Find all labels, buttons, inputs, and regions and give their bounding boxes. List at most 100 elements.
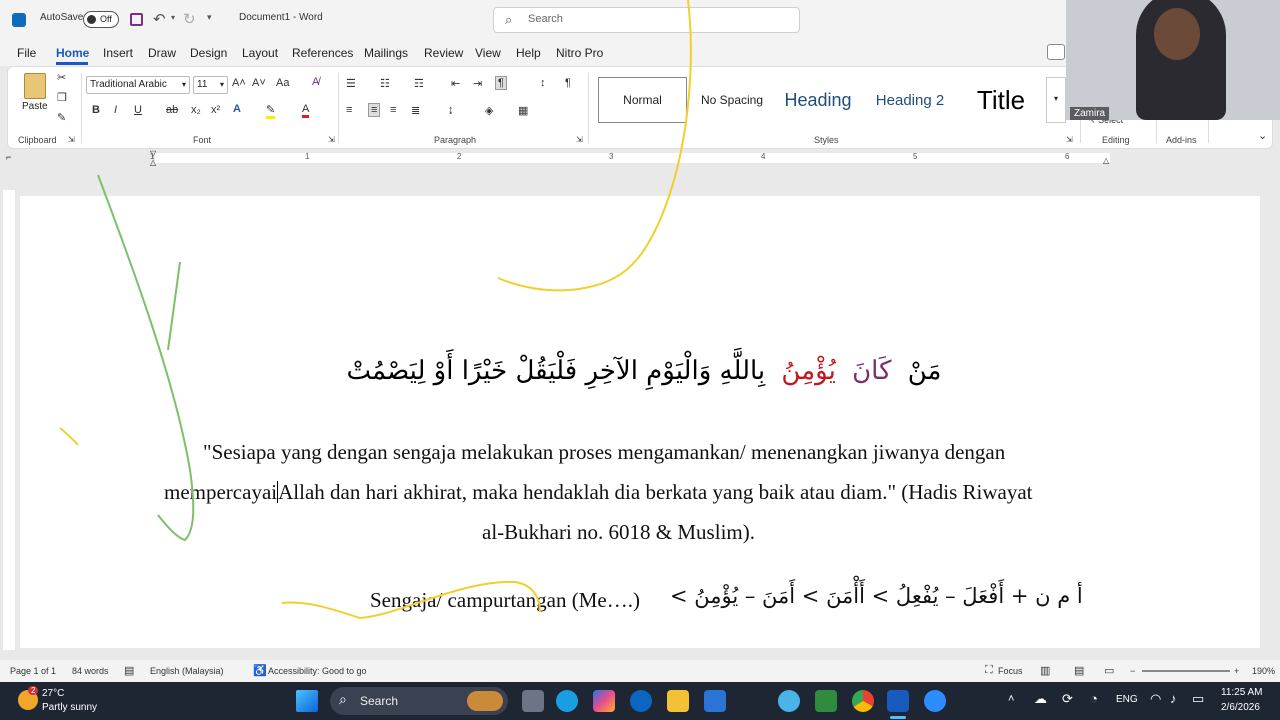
tab-file[interactable]: File (17, 46, 36, 60)
zoom-icon[interactable] (924, 690, 946, 712)
clipboard-launcher-icon[interactable]: ⇲ (68, 135, 75, 144)
tab-draw[interactable]: Draw (148, 46, 176, 60)
italic-button[interactable]: I (114, 104, 117, 116)
sync-icon[interactable]: ⟳ (1062, 691, 1073, 707)
tab-mailings[interactable]: Mailings (364, 46, 408, 60)
word-count[interactable]: 84 words (72, 666, 109, 676)
change-case-button[interactable]: Aa (276, 77, 289, 89)
shrink-font-icon[interactable]: A˅ (252, 77, 266, 89)
paste-icon[interactable] (24, 73, 46, 99)
bold-button[interactable]: B (92, 104, 100, 116)
paragraph-launcher-icon[interactable]: ⇲ (576, 135, 583, 144)
tab-design[interactable]: Design (190, 46, 227, 60)
tab-selector-icon[interactable]: ⌐ (6, 152, 11, 162)
decrease-indent-icon[interactable]: ⇤ (451, 77, 460, 90)
cut-icon[interactable]: ✂ (57, 71, 66, 84)
undo-dropdown-icon[interactable]: ▾ (171, 13, 175, 22)
tab-layout[interactable]: Layout (242, 46, 278, 60)
line-spacing-icon[interactable]: ↨ (448, 104, 454, 116)
zoom-level[interactable]: 190% (1252, 666, 1275, 676)
comments-icon[interactable] (1047, 44, 1065, 60)
style-title[interactable]: Title (966, 77, 1036, 123)
borders-icon[interactable]: ▦ (518, 104, 528, 117)
clear-formatting-icon[interactable]: A̸ (312, 76, 319, 88)
print-layout-icon[interactable]: ▤ (1074, 664, 1084, 677)
language-indicator[interactable]: English (Malaysia) (150, 666, 224, 676)
chrome-icon[interactable] (852, 690, 874, 712)
tab-help[interactable]: Help (516, 46, 541, 60)
shading-icon[interactable]: ◈ (485, 104, 493, 117)
page-count[interactable]: Page 1 of 1 (10, 666, 56, 676)
copilot-icon[interactable] (593, 690, 615, 712)
font-color-icon[interactable]: A (302, 103, 310, 118)
grow-font-icon[interactable]: A˄ (232, 77, 246, 89)
search-input[interactable]: ⌕ Search (493, 7, 800, 33)
read-mode-icon[interactable]: ▥ (1040, 664, 1050, 677)
proofing-icon[interactable]: ▤ (124, 664, 134, 677)
styles-launcher-icon[interactable]: ⇲ (1066, 135, 1073, 144)
outlook-icon[interactable] (12, 13, 26, 27)
tab-home[interactable]: Home (56, 46, 89, 60)
paste-button[interactable]: Paste (22, 101, 48, 112)
style-no-spacing[interactable]: No Spacing (696, 77, 768, 123)
taskbar-search[interactable]: ⌕ Search (330, 687, 508, 715)
strikethrough-button[interactable]: ab (166, 104, 178, 116)
language-indicator[interactable]: ENG (1116, 694, 1138, 705)
focus-button[interactable]: Focus (998, 666, 1023, 676)
battery-icon[interactable]: ▭ (1192, 691, 1204, 707)
accessibility-status[interactable]: Accessibility: Good to go (268, 666, 367, 676)
show-marks-icon[interactable]: ¶ (565, 77, 571, 89)
zoom-out-icon[interactable]: − (1130, 666, 1135, 676)
cloud-icon[interactable]: ☁ (1034, 691, 1047, 707)
horizontal-ruler[interactable]: ⌐ ▽ △ 1 1 2 3 4 5 6 △ (0, 149, 1280, 167)
vertical-ruler[interactable] (3, 190, 15, 650)
style-heading-2[interactable]: Heading 2 (870, 77, 950, 123)
app-icon[interactable] (778, 690, 800, 712)
underline-button[interactable]: U (134, 104, 142, 116)
web-layout-icon[interactable]: ▭ (1104, 664, 1114, 677)
start-icon[interactable] (296, 690, 318, 712)
font-size-select[interactable]: 11 ▾ (193, 76, 228, 94)
styles-more-button[interactable]: ▾ (1046, 77, 1066, 123)
autosave-toggle[interactable]: Off (83, 11, 119, 28)
rtl-direction-icon[interactable]: ¶ (495, 76, 507, 90)
sort-icon[interactable]: ↕ (540, 77, 546, 89)
font-name-select[interactable]: Traditional Arabic ▾ (86, 76, 190, 94)
weather-widget[interactable]: 2 27°C Partly sunny (16, 686, 126, 716)
word-icon[interactable] (887, 690, 909, 712)
copy-icon[interactable]: ❐ (57, 91, 67, 104)
highlight-icon[interactable]: ✎ (266, 103, 276, 119)
tab-insert[interactable]: Insert (103, 46, 133, 60)
zoom-in-icon[interactable]: + (1234, 666, 1239, 676)
hp-icon[interactable] (630, 690, 652, 712)
undo-icon[interactable]: ↶ (153, 10, 166, 28)
multilevel-list-icon[interactable]: ☶ (414, 77, 424, 90)
style-heading[interactable]: Heading (776, 77, 860, 123)
format-painter-icon[interactable]: ✎ (57, 111, 66, 124)
zoom-slider[interactable] (1142, 670, 1230, 672)
tab-nitro-pro[interactable]: Nitro Pro (556, 46, 603, 60)
justify-icon[interactable]: ≣ (411, 104, 420, 117)
volume-icon[interactable]: ♪ (1170, 691, 1177, 706)
tab-references[interactable]: References (292, 46, 353, 60)
clock-time[interactable]: 11:25 AM (1221, 687, 1263, 698)
superscript-icon[interactable]: x² (211, 104, 220, 116)
numbering-icon[interactable]: ☷ (380, 77, 390, 90)
customize-toolbar-icon[interactable]: ▾ (207, 12, 212, 23)
store-icon[interactable] (704, 690, 726, 712)
tab-review[interactable]: Review (424, 46, 463, 60)
tab-view[interactable]: View (475, 46, 501, 60)
font-launcher-icon[interactable]: ⇲ (328, 135, 335, 144)
document-page[interactable]: مَنْ كَانَ يُؤْمِنُ بِاللَّهِ وَالْيَوْم… (20, 196, 1260, 648)
align-center-icon[interactable]: ≡ (368, 103, 381, 117)
bullets-icon[interactable]: ☰ (346, 77, 356, 90)
app-icon[interactable] (815, 690, 837, 712)
edge-icon[interactable] (556, 690, 578, 712)
align-right-icon[interactable]: ≡ (390, 104, 396, 116)
subscript-icon[interactable]: x₂ (191, 104, 201, 116)
style-normal[interactable]: Normal (598, 77, 687, 123)
file-explorer-icon[interactable] (667, 690, 689, 712)
increase-indent-icon[interactable]: ⇥ (473, 77, 482, 90)
save-icon[interactable] (130, 13, 143, 26)
clock-date[interactable]: 2/6/2026 (1221, 702, 1260, 713)
